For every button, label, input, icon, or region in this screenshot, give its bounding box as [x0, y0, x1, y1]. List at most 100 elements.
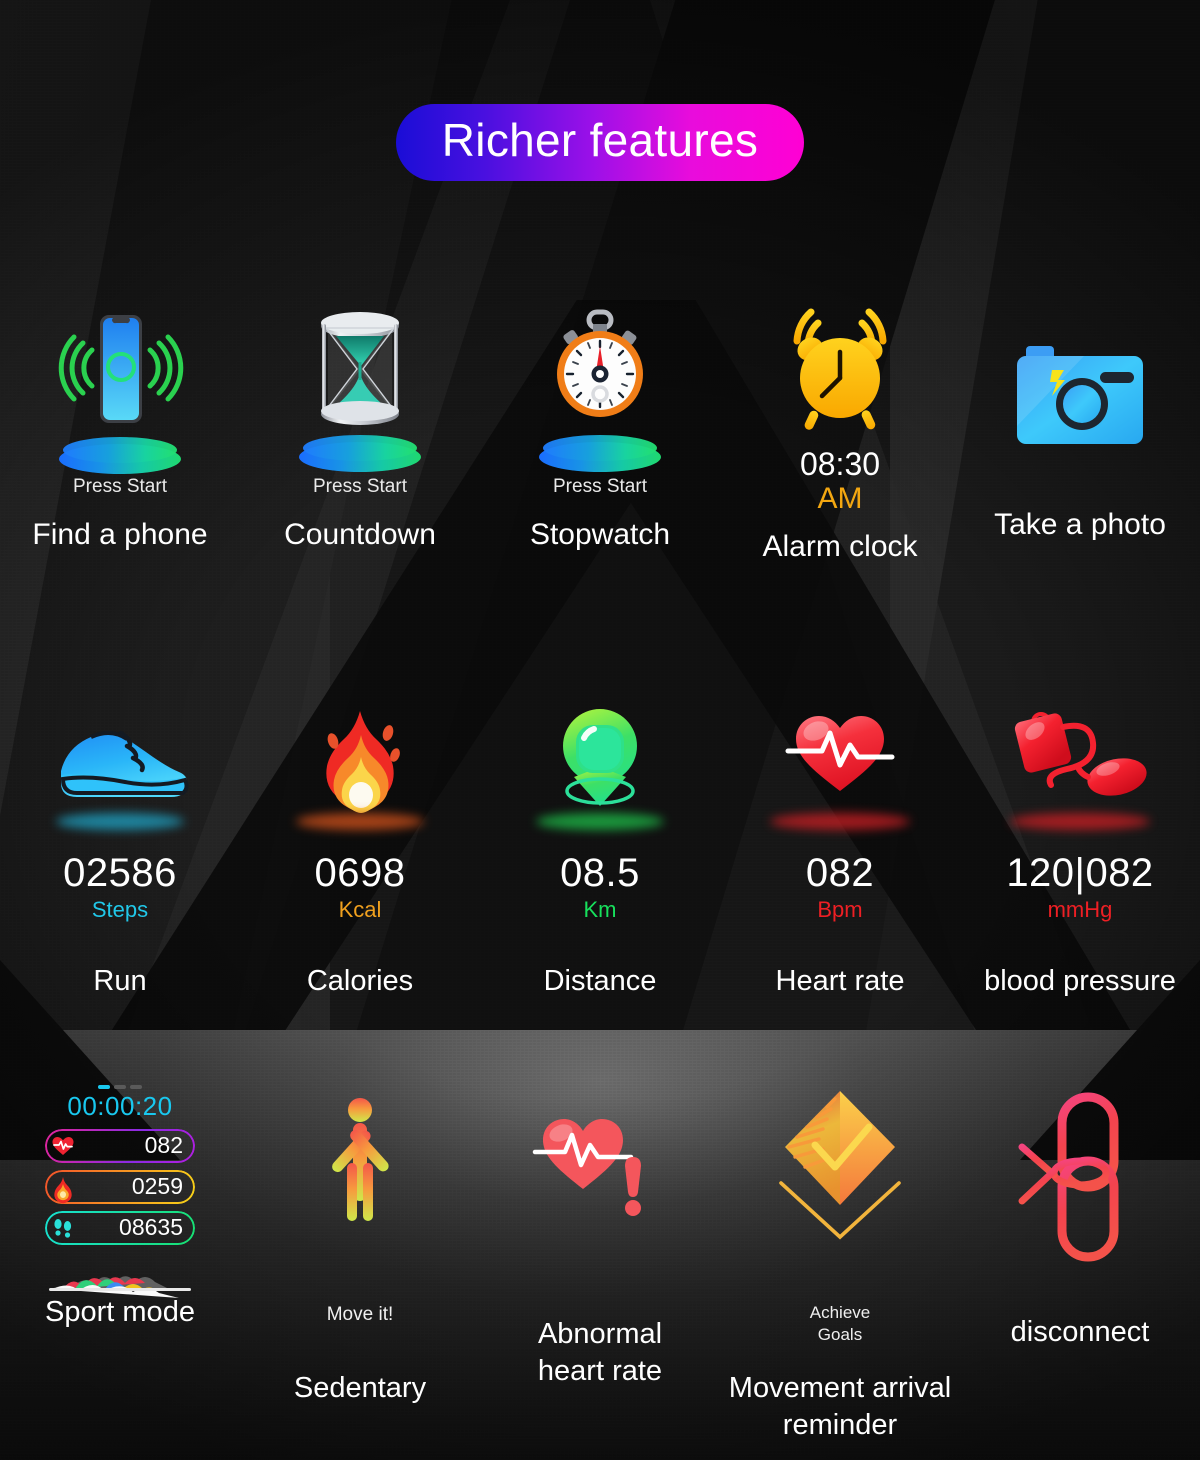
- feature-abnormal-heart-rate[interactable]: Abnormal heart rate: [480, 1085, 720, 1444]
- flame-icon: [326, 711, 400, 813]
- page-title-container: Richer features: [0, 104, 1200, 181]
- phone-ringing-icon: [58, 315, 184, 423]
- disconnect-label: disconnect: [1010, 1316, 1150, 1348]
- abnormal-heart-rate-label: Abnormal heart rate: [537, 1318, 663, 1388]
- blood-pressure-value: 120|082: [1006, 851, 1154, 895]
- calories-value: 0698: [314, 851, 406, 895]
- alarm-clock-label: Alarm clock: [762, 530, 918, 564]
- run-label: Run: [93, 965, 147, 998]
- disconnect-art: [960, 1085, 1200, 1300]
- feature-sport-mode[interactable]: 00:00:20 082 0259 08635 Sport mode: [0, 1085, 240, 1444]
- stopwatch-icon: [557, 309, 643, 417]
- footsteps-icon: [51, 1217, 75, 1239]
- achievement-badge-icon: [779, 1091, 901, 1240]
- feature-sedentary[interactable]: Move it! Sedentary: [240, 1085, 480, 1444]
- feature-stopwatch[interactable]: Press Start Stopwatch: [480, 309, 720, 564]
- feature-countdown[interactable]: Press Start Countdown: [240, 310, 480, 564]
- run-glow: [56, 813, 184, 830]
- take-a-photo-label: Take a photo: [994, 508, 1166, 541]
- movement-arrival-art: [720, 1085, 960, 1300]
- feature-distance[interactable]: 08.5 Km Distance: [480, 705, 720, 998]
- distance-label: Distance: [543, 965, 657, 998]
- abnormal-heart-icon: [532, 1119, 641, 1216]
- sport-mode-chart: [45, 1253, 195, 1298]
- countdown-label: Countdown: [284, 518, 436, 551]
- stopwatch-art: [480, 309, 720, 472]
- heart-rate-value: 082: [805, 851, 875, 895]
- running-shoe-icon: [60, 730, 189, 797]
- sport-mode-calories-value: 0259: [131, 1173, 183, 1200]
- calories-unit: Kcal: [338, 897, 382, 922]
- sport-mode-metric-heart: 082: [45, 1128, 195, 1163]
- alarm-clock-ampm: AM: [817, 481, 863, 515]
- pedestal-disc: [299, 435, 421, 472]
- find-a-phone-status: Press Start: [73, 476, 167, 497]
- distance-glow: [536, 813, 664, 830]
- sedentary-art: [240, 1085, 480, 1300]
- run-value: 02586: [63, 851, 177, 895]
- countdown-art: [240, 310, 480, 472]
- blood-pressure-art: [960, 705, 1200, 845]
- sport-mode-heart-value: 082: [144, 1132, 183, 1159]
- blood-pressure-glow: [1010, 813, 1150, 830]
- abnormal-heart-rate-art: [480, 1085, 720, 1300]
- calories-art: [240, 705, 480, 845]
- distance-unit: Km: [583, 897, 617, 922]
- heart-rate-art: [720, 705, 960, 845]
- heart-pulse-icon: [51, 1135, 75, 1157]
- alarm-clock-time: 08:30: [799, 446, 881, 482]
- blood-pressure-label: blood pressure: [984, 965, 1176, 998]
- blood-pressure-unit: mmHg: [1047, 897, 1113, 922]
- sport-mode-metric-steps: 08635: [45, 1210, 195, 1245]
- sport-mode-widget: 00:00:20 082 0259 08635: [45, 1085, 195, 1298]
- countdown-status: Press Start: [313, 476, 407, 497]
- movement-arrival-reminder-label: Movement arrival reminder: [728, 1372, 952, 1442]
- page-title: Richer features: [395, 104, 805, 181]
- find-a-phone-art: [0, 310, 240, 474]
- pedestal-disc: [539, 435, 661, 472]
- sport-mode-page-dots: [45, 1085, 195, 1089]
- feature-heart-rate[interactable]: 082 Bpm Heart rate: [720, 705, 960, 998]
- run-unit: Steps: [91, 897, 149, 922]
- pedestal-disc: [59, 437, 181, 474]
- achieve-goals-caption: Achieve Goals: [809, 1303, 871, 1345]
- sport-mode-steps-value: 08635: [119, 1214, 183, 1241]
- broken-link-icon: [1018, 1092, 1119, 1262]
- feature-row-alerts: 00:00:20 082 0259 08635 Sport mode Move …: [0, 1085, 1200, 1444]
- feature-row-utilities: Press Start Find a phone Press Start Cou…: [0, 308, 1200, 564]
- sedentary-caption: Move it!: [326, 1304, 394, 1325]
- feature-find-a-phone[interactable]: Press Start Find a phone: [0, 310, 240, 564]
- sport-mode-metric-calories: 0259: [45, 1169, 195, 1204]
- camera-icon: [1017, 346, 1143, 444]
- take-a-photo-art: [960, 310, 1200, 480]
- feature-row-metrics: 02586 Steps Run 0698 Kcal Calories 08.5 …: [0, 705, 1200, 998]
- heart-pulse-icon: [785, 716, 895, 791]
- heart-rate-glow: [770, 813, 910, 830]
- stick-figure-icon: [332, 1098, 389, 1221]
- calories-label: Calories: [306, 965, 414, 998]
- feature-run[interactable]: 02586 Steps Run: [0, 705, 240, 998]
- distance-art: [480, 705, 720, 845]
- bp-cuff-icon: [1014, 712, 1147, 796]
- feature-take-a-photo[interactable]: Take a photo: [960, 310, 1200, 564]
- feature-blood-pressure[interactable]: 120|082 mmHg blood pressure: [960, 705, 1200, 998]
- sport-mode-art: 00:00:20 082 0259 08635: [0, 1085, 240, 1300]
- feature-calories[interactable]: 0698 Kcal Calories: [240, 705, 480, 998]
- feature-disconnect[interactable]: disconnect: [960, 1085, 1200, 1444]
- find-a-phone-label: Find a phone: [32, 518, 208, 551]
- stopwatch-label: Stopwatch: [529, 518, 671, 551]
- sedentary-label: Sedentary: [293, 1372, 427, 1404]
- heart-rate-label: Heart rate: [775, 965, 905, 998]
- location-pin-icon: [563, 709, 637, 806]
- flame-icon: [51, 1176, 75, 1204]
- alarm-clock-art: [720, 308, 960, 448]
- feature-alarm-clock[interactable]: 08:30 AM Alarm clock: [720, 308, 960, 564]
- run-art: [0, 705, 240, 845]
- sport-mode-timer: 00:00:20: [67, 1091, 173, 1121]
- feature-movement-arrival-reminder[interactable]: Achieve Goals Movement arrival reminder: [720, 1085, 960, 1444]
- alarm-clock-icon: [793, 308, 887, 430]
- heart-rate-unit: Bpm: [817, 897, 863, 922]
- distance-value: 08.5: [560, 851, 640, 895]
- stopwatch-status: Press Start: [553, 476, 647, 497]
- calories-glow: [296, 813, 424, 830]
